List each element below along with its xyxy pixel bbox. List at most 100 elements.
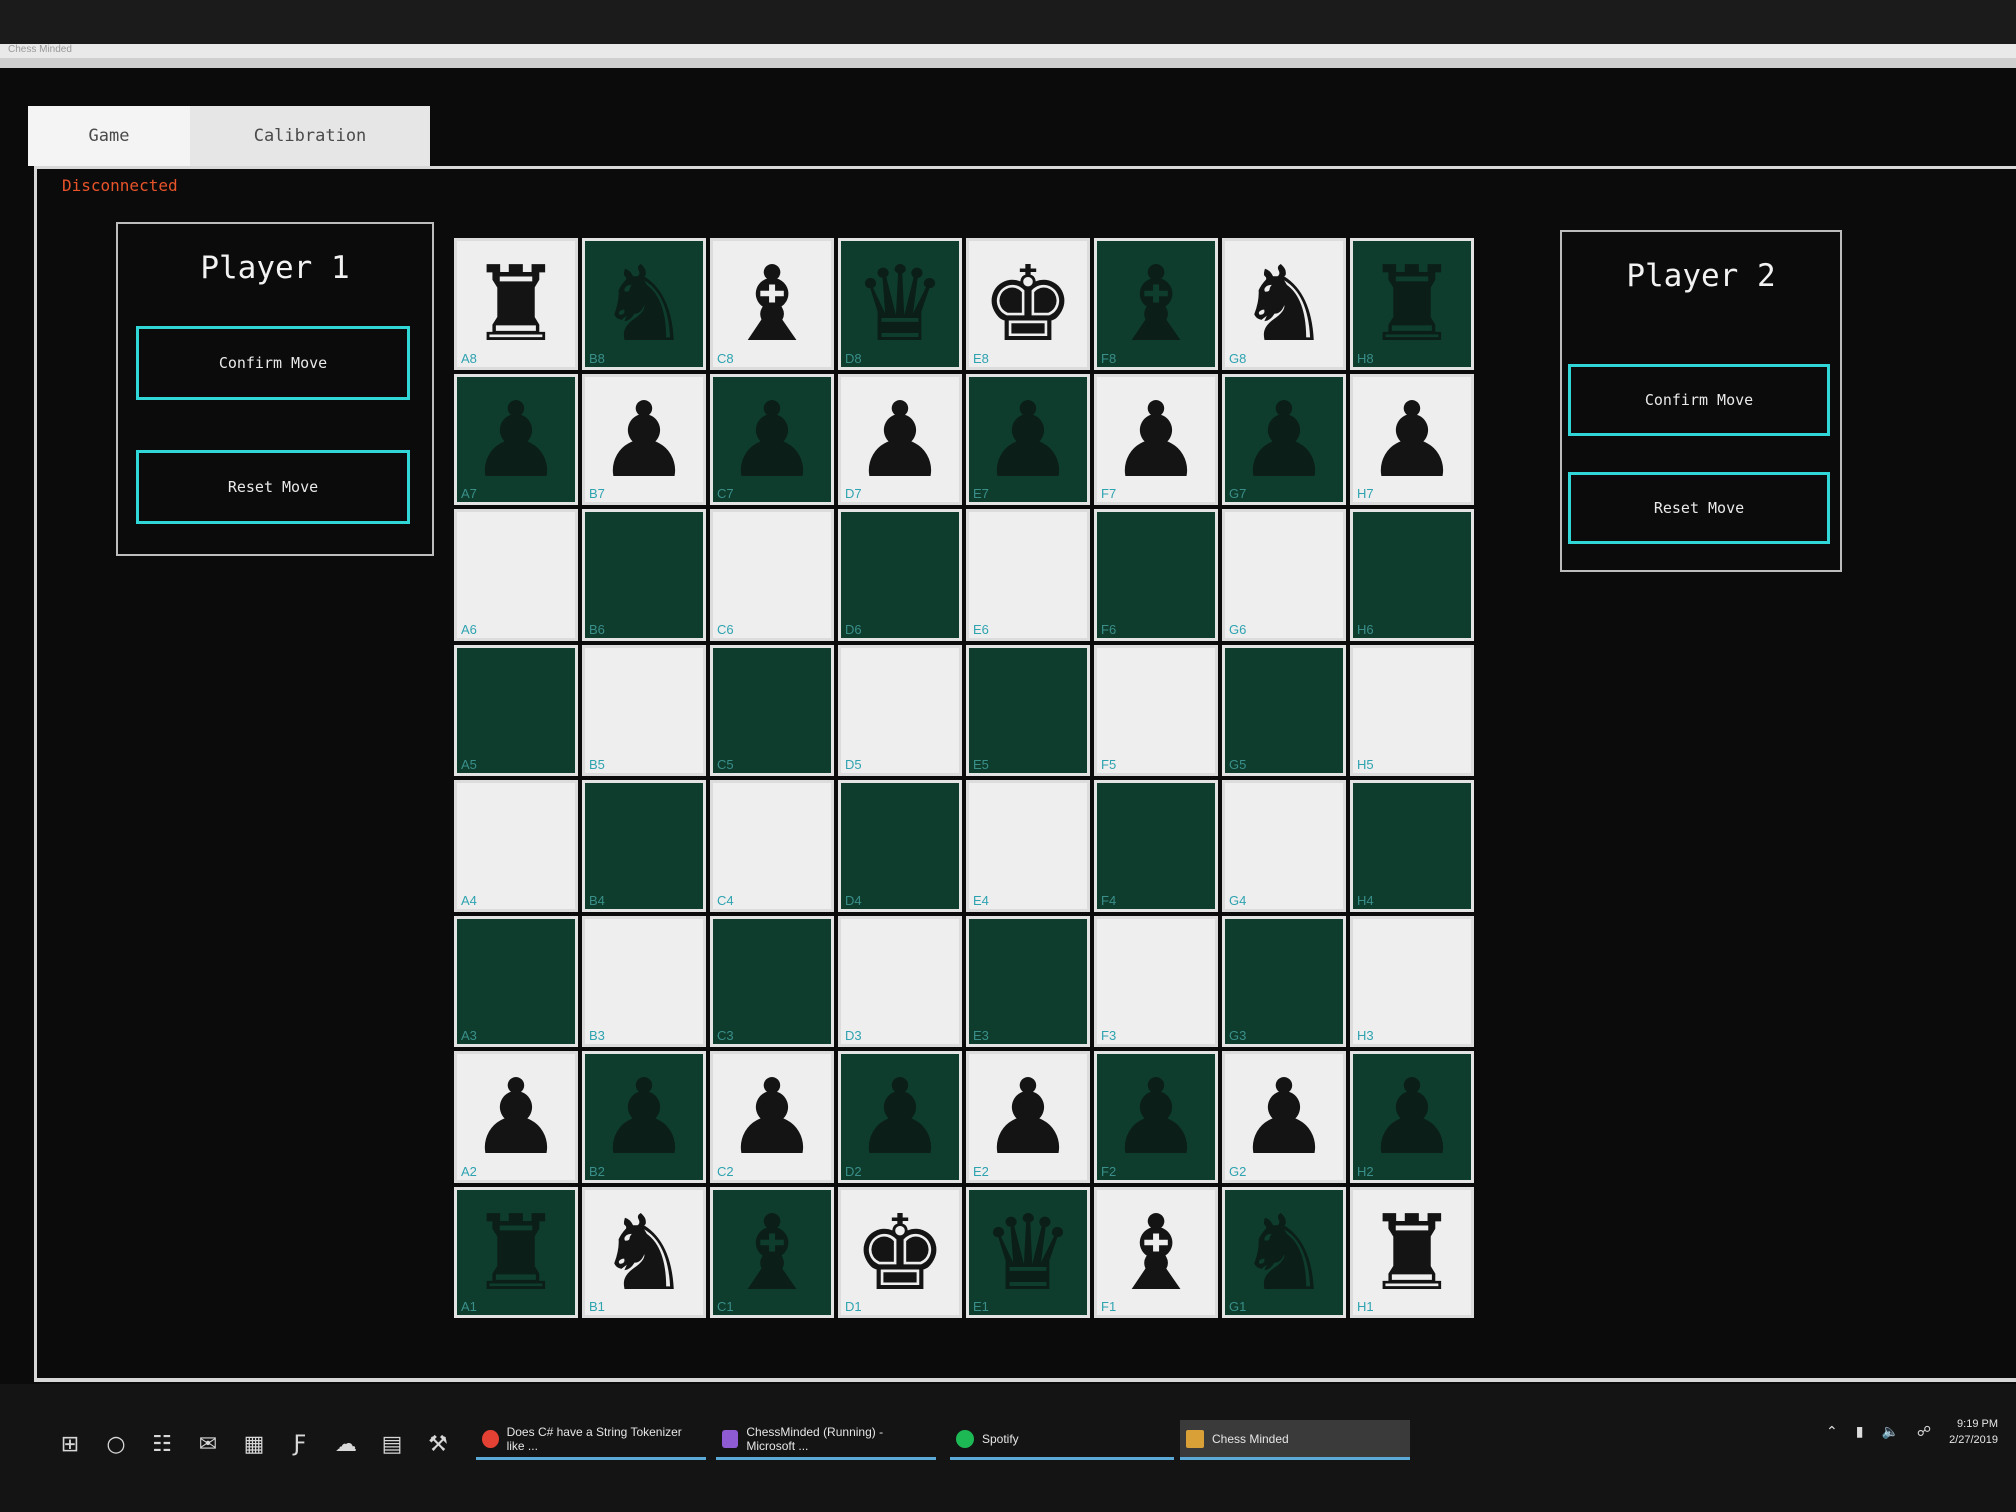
square-h5[interactable]: H5 (1350, 644, 1474, 776)
tab-calibration[interactable]: Calibration (190, 106, 430, 166)
square-b7[interactable]: ♟ B7 (582, 373, 706, 505)
square-d1[interactable]: ♚ D1 (838, 1186, 962, 1318)
network-tool-icon[interactable]: ⚒ (422, 1428, 454, 1460)
square-e7[interactable]: ♟ E7 (966, 373, 1090, 505)
knight-piece-icon[interactable]: ♞ (585, 245, 703, 363)
square-b6[interactable]: B6 (582, 509, 706, 641)
square-h8[interactable]: ♜ H8 (1350, 238, 1474, 370)
square-f1[interactable]: ♝ F1 (1094, 1186, 1218, 1318)
square-h7[interactable]: ♟ H7 (1350, 373, 1474, 505)
square-d4[interactable]: D4 (838, 780, 962, 912)
bishop-piece-icon[interactable]: ♝ (1097, 245, 1215, 363)
taskbar-app-chess-minded[interactable]: Chess Minded (1180, 1420, 1410, 1460)
square-g5[interactable]: G5 (1222, 644, 1346, 776)
player-1-confirm-move-button[interactable]: Confirm Move (136, 326, 410, 400)
square-d8[interactable]: ♛ D8 (838, 238, 962, 370)
square-b3[interactable]: B3 (582, 915, 706, 1047)
square-h1[interactable]: ♜ H1 (1350, 1186, 1474, 1318)
square-a3[interactable]: A3 (454, 915, 578, 1047)
king-piece-icon[interactable]: ♚ (969, 245, 1087, 363)
pawn-piece-icon[interactable]: ♟ (713, 1058, 831, 1176)
square-e8[interactable]: ♚ E8 (966, 238, 1090, 370)
square-b8[interactable]: ♞ B8 (582, 238, 706, 370)
windows-start-icon[interactable]: ⊞ (54, 1428, 86, 1460)
square-c4[interactable]: C4 (710, 780, 834, 912)
cloud-app-icon[interactable]: ☁ (330, 1428, 362, 1460)
square-c7[interactable]: ♟ C7 (710, 373, 834, 505)
square-a8[interactable]: ♜ A8 (454, 238, 578, 370)
queen-piece-icon[interactable]: ♛ (841, 245, 959, 363)
square-c6[interactable]: C6 (710, 509, 834, 641)
filezilla-icon[interactable]: Ƒ (284, 1428, 316, 1460)
square-g4[interactable]: G4 (1222, 780, 1346, 912)
square-g6[interactable]: G6 (1222, 509, 1346, 641)
pawn-piece-icon[interactable]: ♟ (585, 381, 703, 499)
queen-piece-icon[interactable]: ♛ (969, 1194, 1087, 1312)
knight-piece-icon[interactable]: ♞ (585, 1194, 703, 1312)
square-f8[interactable]: ♝ F8 (1094, 238, 1218, 370)
search-circle-icon[interactable]: ○ (100, 1428, 132, 1460)
square-g1[interactable]: ♞ G1 (1222, 1186, 1346, 1318)
battery-icon[interactable]: ▮ (1856, 1424, 1864, 1440)
task-view-icon[interactable]: ☷ (146, 1428, 178, 1460)
bishop-piece-icon[interactable]: ♝ (713, 1194, 831, 1312)
rook-piece-icon[interactable]: ♜ (1353, 245, 1471, 363)
pawn-piece-icon[interactable]: ♟ (841, 381, 959, 499)
square-d3[interactable]: D3 (838, 915, 962, 1047)
pawn-piece-icon[interactable]: ♟ (1225, 1058, 1343, 1176)
square-a4[interactable]: A4 (454, 780, 578, 912)
square-c1[interactable]: ♝ C1 (710, 1186, 834, 1318)
square-h4[interactable]: H4 (1350, 780, 1474, 912)
square-a1[interactable]: ♜ A1 (454, 1186, 578, 1318)
square-h6[interactable]: H6 (1350, 509, 1474, 641)
pawn-piece-icon[interactable]: ♟ (969, 381, 1087, 499)
calculator-icon[interactable]: ▦ (238, 1428, 270, 1460)
pawn-piece-icon[interactable]: ♟ (1097, 1058, 1215, 1176)
square-e2[interactable]: ♟ E2 (966, 1051, 1090, 1183)
rook-piece-icon[interactable]: ♜ (1353, 1194, 1471, 1312)
square-f2[interactable]: ♟ F2 (1094, 1051, 1218, 1183)
pawn-piece-icon[interactable]: ♟ (1225, 381, 1343, 499)
knight-piece-icon[interactable]: ♞ (1225, 1194, 1343, 1312)
square-c2[interactable]: ♟ C2 (710, 1051, 834, 1183)
square-g2[interactable]: ♟ G2 (1222, 1051, 1346, 1183)
square-b2[interactable]: ♟ B2 (582, 1051, 706, 1183)
square-g3[interactable]: G3 (1222, 915, 1346, 1047)
taskbar-clock[interactable]: 9:19 PM 2/27/2019 (1949, 1416, 1998, 1448)
square-b4[interactable]: B4 (582, 780, 706, 912)
square-a2[interactable]: ♟ A2 (454, 1051, 578, 1183)
knight-piece-icon[interactable]: ♞ (1225, 245, 1343, 363)
square-f4[interactable]: F4 (1094, 780, 1218, 912)
pawn-piece-icon[interactable]: ♟ (457, 1058, 575, 1176)
square-g7[interactable]: ♟ G7 (1222, 373, 1346, 505)
square-a7[interactable]: ♟ A7 (454, 373, 578, 505)
pawn-piece-icon[interactable]: ♟ (585, 1058, 703, 1176)
square-e4[interactable]: E4 (966, 780, 1090, 912)
player-2-reset-move-button[interactable]: Reset Move (1568, 472, 1830, 544)
square-d7[interactable]: ♟ D7 (838, 373, 962, 505)
square-b1[interactable]: ♞ B1 (582, 1186, 706, 1318)
square-d5[interactable]: D5 (838, 644, 962, 776)
square-f5[interactable]: F5 (1094, 644, 1218, 776)
chevron-up-icon[interactable]: ⌃ (1826, 1424, 1838, 1440)
square-a6[interactable]: A6 (454, 509, 578, 641)
taskbar-app-visual-studio[interactable]: ChessMinded (Running) - Microsoft ... (716, 1420, 936, 1460)
rook-piece-icon[interactable]: ♜ (457, 245, 575, 363)
square-c5[interactable]: C5 (710, 644, 834, 776)
square-e5[interactable]: E5 (966, 644, 1090, 776)
pawn-piece-icon[interactable]: ♟ (1097, 381, 1215, 499)
square-f7[interactable]: ♟ F7 (1094, 373, 1218, 505)
tab-game[interactable]: Game (28, 106, 190, 166)
bishop-piece-icon[interactable]: ♝ (713, 245, 831, 363)
king-piece-icon[interactable]: ♚ (841, 1194, 959, 1312)
pawn-piece-icon[interactable]: ♟ (457, 381, 575, 499)
network-icon[interactable]: ☍ (1917, 1424, 1931, 1440)
pawn-piece-icon[interactable]: ♟ (1353, 381, 1471, 499)
pawn-piece-icon[interactable]: ♟ (841, 1058, 959, 1176)
square-c8[interactable]: ♝ C8 (710, 238, 834, 370)
pawn-piece-icon[interactable]: ♟ (1353, 1058, 1471, 1176)
square-e1[interactable]: ♛ E1 (966, 1186, 1090, 1318)
pawn-piece-icon[interactable]: ♟ (969, 1058, 1087, 1176)
square-f3[interactable]: F3 (1094, 915, 1218, 1047)
square-d2[interactable]: ♟ D2 (838, 1051, 962, 1183)
